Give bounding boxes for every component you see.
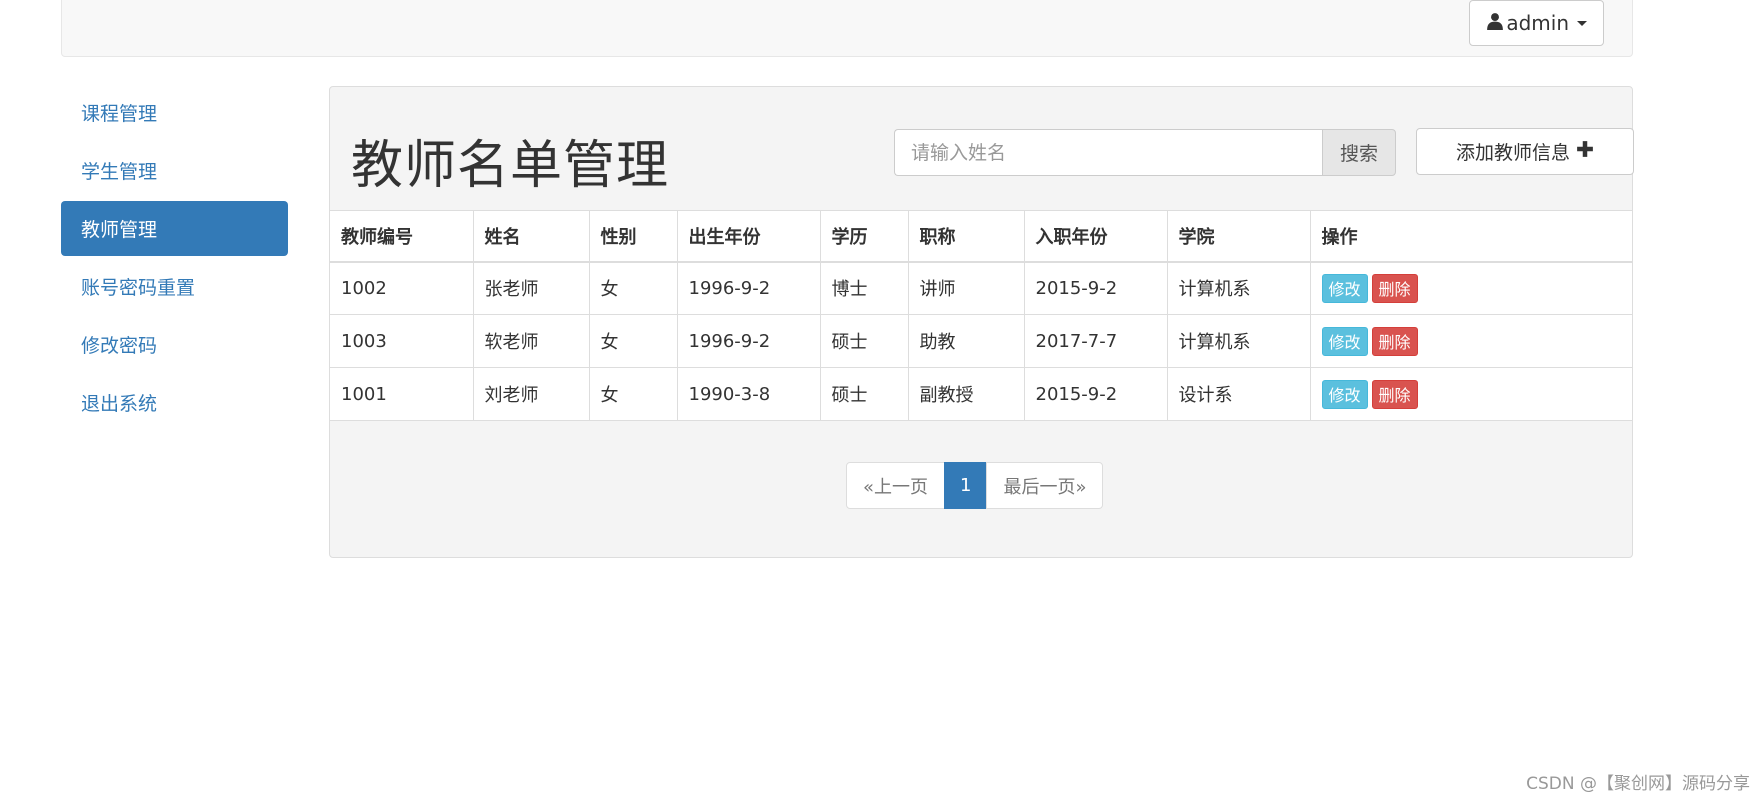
cell-hire-year: 2015-9-2 [1023, 367, 1168, 421]
search-group: 搜索 [894, 129, 1396, 176]
cell-teacher-id: 1001 [330, 367, 474, 421]
sidebar-item-student-management[interactable]: 学生管理 [61, 143, 288, 198]
cell-hire-year: 2015-9-2 [1023, 261, 1168, 315]
cell-title: 讲师 [907, 261, 1025, 315]
cell-teacher-id: 1002 [330, 261, 474, 315]
watermark: CSDN @【聚创网】源码分享 [1526, 774, 1750, 794]
user-menu-button[interactable]: admin [1469, 0, 1604, 46]
table-row: 1003 软老师 女 1996-9-2 硕士 助教 2017-7-7 计算机系 … [330, 314, 1632, 368]
cell-title: 助教 [907, 314, 1025, 368]
sidebar-item-label: 退出系统 [81, 393, 158, 415]
sidebar-item-label: 账号密码重置 [81, 277, 196, 299]
search-input[interactable] [894, 129, 1322, 176]
edit-button[interactable]: 修改 [1321, 379, 1368, 409]
cell-actions: 修改 删除 [1309, 314, 1632, 368]
table-header-row: 教师编号 姓名 性别 出生年份 学历 职称 入职年份 学院 操作 [330, 210, 1632, 263]
sidebar-item-logout[interactable]: 退出系统 [61, 375, 288, 430]
cell-gender: 女 [588, 314, 678, 368]
cell-degree: 博士 [819, 261, 909, 315]
column-header: 出生年份 [676, 210, 821, 263]
user-menu-label: admin [1506, 11, 1569, 35]
sidebar: 课程管理 学生管理 教师管理 账号密码重置 修改密码 退出系统 [61, 85, 288, 433]
previous-page-link[interactable]: «上一页 [846, 462, 946, 509]
top-navbar: admin [61, 0, 1633, 57]
sidebar-item-label: 学生管理 [81, 161, 158, 183]
user-icon [1486, 11, 1504, 35]
cell-teacher-id: 1003 [330, 314, 474, 368]
sidebar-item-password-reset[interactable]: 账号密码重置 [61, 259, 288, 314]
teacher-table-container: 教师编号 姓名 性别 出生年份 学历 职称 入职年份 学院 操作 1002 张老… [330, 210, 1632, 421]
column-header: 教师编号 [330, 210, 474, 263]
add-teacher-label: 添加教师信息 [1455, 142, 1570, 164]
table-row: 1002 张老师 女 1996-9-2 博士 讲师 2015-9-2 计算机系 … [330, 261, 1632, 315]
edit-button[interactable]: 修改 [1321, 326, 1368, 356]
cell-actions: 修改 删除 [1309, 261, 1632, 315]
cell-college: 计算机系 [1166, 261, 1311, 315]
main-panel: 教师名单管理 搜索 添加教师信息 教师编号 姓名 性别 出生年份 学历 职称 [329, 86, 1634, 558]
sidebar-item-change-password[interactable]: 修改密码 [61, 317, 288, 372]
cell-name: 软老师 [472, 314, 590, 368]
add-teacher-button[interactable]: 添加教师信息 [1416, 128, 1634, 175]
sidebar-item-course-management[interactable]: 课程管理 [61, 85, 288, 140]
plus-icon [1576, 140, 1594, 163]
cell-actions: 修改 删除 [1309, 367, 1632, 421]
cell-degree: 硕士 [819, 367, 909, 421]
cell-birth-year: 1990-3-8 [676, 367, 821, 421]
cell-name: 张老师 [472, 261, 590, 315]
column-header: 性别 [588, 210, 678, 263]
cell-degree: 硕士 [819, 314, 909, 368]
cell-gender: 女 [588, 261, 678, 315]
table-row: 1001 刘老师 女 1990-3-8 硕士 副教授 2015-9-2 设计系 … [330, 367, 1632, 421]
cell-title: 副教授 [907, 367, 1025, 421]
pagination: «上一页 1 最后一页» [846, 462, 1104, 509]
cell-gender: 女 [588, 367, 678, 421]
sidebar-item-label: 修改密码 [81, 335, 158, 357]
sidebar-item-label: 课程管理 [81, 103, 158, 125]
teacher-table: 教师编号 姓名 性别 出生年份 学历 职称 入职年份 学院 操作 1002 张老… [330, 210, 1632, 421]
column-header: 学院 [1166, 210, 1311, 263]
column-header: 学历 [819, 210, 909, 263]
sidebar-item-teacher-management[interactable]: 教师管理 [61, 201, 288, 256]
page-title: 教师名单管理 [351, 136, 670, 196]
column-header: 入职年份 [1023, 210, 1168, 263]
edit-button[interactable]: 修改 [1321, 273, 1368, 303]
cell-college: 计算机系 [1166, 314, 1311, 368]
current-page[interactable]: 1 [944, 462, 988, 509]
chevron-down-icon [1577, 20, 1587, 26]
search-button[interactable]: 搜索 [1322, 129, 1396, 176]
cell-birth-year: 1996-9-2 [676, 314, 821, 368]
sidebar-item-label: 教师管理 [81, 219, 158, 241]
delete-button[interactable]: 删除 [1371, 273, 1418, 303]
cell-birth-year: 1996-9-2 [676, 261, 821, 315]
last-page-link[interactable]: 最后一页» [986, 462, 1104, 509]
column-header: 操作 [1309, 210, 1632, 263]
cell-hire-year: 2017-7-7 [1023, 314, 1168, 368]
delete-button[interactable]: 删除 [1371, 379, 1418, 409]
cell-name: 刘老师 [472, 367, 590, 421]
delete-button[interactable]: 删除 [1371, 326, 1418, 356]
column-header: 职称 [907, 210, 1025, 263]
cell-college: 设计系 [1166, 367, 1311, 421]
column-header: 姓名 [472, 210, 590, 263]
